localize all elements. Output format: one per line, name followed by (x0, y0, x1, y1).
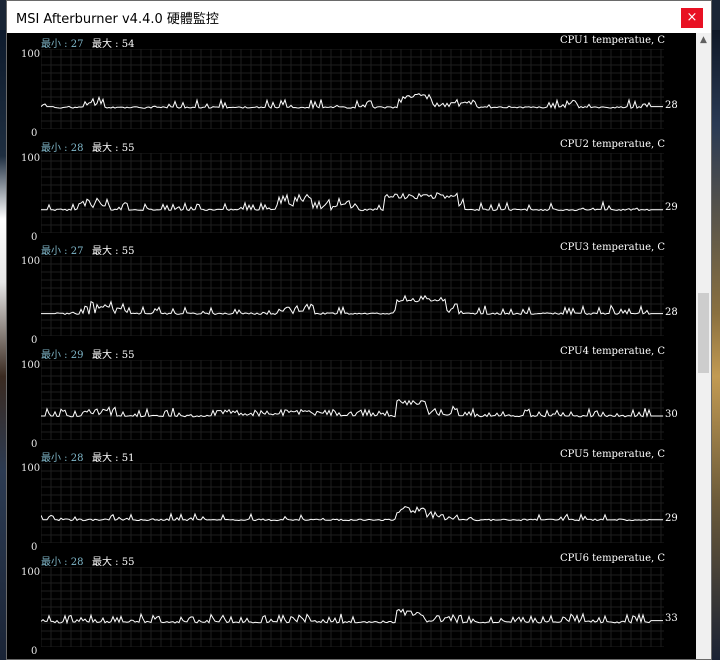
temperature-graph (41, 152, 664, 233)
y-axis-max-label: 100 (21, 463, 41, 474)
graph-panel-cpu1: 最小 : 27 最大 : 54 CPU1 temperatue, C 100 0 28 (7, 35, 696, 139)
max-value-label: 最大 : 54 (92, 39, 135, 50)
max-value-label: 最大 : 51 (92, 453, 135, 464)
graph-panel-cpu5: 最小 : 28 最大 : 51 CPU5 temperatue, C 100 0 29 (7, 449, 696, 553)
y-axis-min-label: 0 (31, 128, 38, 139)
sensor-name-label: CPU6 temperatue, C (559, 552, 665, 564)
max-value-label: 最大 : 55 (92, 556, 135, 568)
graph-grid (41, 359, 664, 440)
sensor-name-label: CPU4 temperatue, C (559, 345, 665, 357)
y-axis-max-label: 100 (21, 566, 41, 578)
current-value-label: 29 (665, 202, 678, 214)
graph-grid (41, 566, 664, 647)
temperature-graph (41, 359, 664, 440)
temperature-graph (41, 463, 664, 543)
graph-grid (41, 463, 664, 543)
monitor-window: MSI Afterburner v4.4.0 硬體監控 × 最小 : 27 最大 … (6, 0, 712, 660)
window-title: MSI Afterburner v4.4.0 硬體監控 (16, 12, 219, 27)
close-icon: × (686, 10, 698, 25)
vertical-scrollbar[interactable]: ▲ (696, 33, 711, 659)
current-value-label: 28 (665, 99, 678, 111)
graph-grid (41, 49, 664, 129)
scroll-up-arrow-icon[interactable]: ▲ (696, 33, 711, 48)
min-value-label: 最小 : 29 (41, 349, 84, 361)
y-axis-max-label: 100 (21, 49, 41, 60)
y-axis-max-label: 100 (21, 152, 41, 164)
y-axis-min-label: 0 (31, 542, 38, 553)
max-value-label: 最大 : 55 (92, 246, 135, 257)
min-value-label: 最小 : 27 (41, 39, 84, 50)
min-value-label: 最小 : 28 (41, 142, 84, 154)
y-axis-max-label: 100 (21, 256, 41, 267)
sensor-name-label: CPU1 temperatue, C (559, 35, 665, 46)
min-value-label: 最小 : 28 (41, 453, 84, 464)
temperature-graph (41, 256, 664, 336)
sensor-name-label: CPU3 temperatue, C (559, 242, 665, 253)
scrollbar-thumb[interactable] (698, 293, 709, 373)
temperature-series-line (41, 607, 663, 624)
graph-grid (41, 152, 664, 233)
close-button[interactable]: × (681, 8, 703, 28)
max-value-label: 最大 : 55 (92, 349, 135, 361)
y-axis-min-label: 0 (31, 335, 38, 346)
current-value-label: 30 (665, 408, 678, 420)
graph-panel-cpu3: 最小 : 27 最大 : 55 CPU3 temperatue, C 100 0 28 (7, 242, 696, 346)
title-bar[interactable]: MSI Afterburner v4.4.0 硬體監控 × (7, 1, 711, 33)
current-value-label: 33 (665, 613, 678, 625)
graph-panel-cpu4: 最小 : 29 最大 : 55 CPU4 temperatue, C 100 0 30 (7, 346, 696, 450)
graph-panel-cpu2: 最小 : 28 最大 : 55 CPU2 temperatue, C 100 0 29 (7, 139, 696, 243)
graph-panel-cpu6: 最小 : 28 最大 : 55 CPU6 temperatue, C 100 0 33 (7, 553, 696, 657)
y-axis-min-label: 0 (31, 231, 38, 243)
min-value-label: 最小 : 27 (41, 246, 84, 257)
temperature-series-line (41, 93, 663, 110)
y-axis-min-label: 0 (31, 645, 38, 657)
y-axis-max-label: 100 (21, 359, 41, 371)
sensor-name-label: CPU5 temperatue, C (559, 449, 665, 460)
graph-grid (41, 256, 664, 336)
temperature-graph (41, 566, 664, 647)
temperature-series-line (41, 191, 663, 212)
temperature-graph (41, 49, 664, 129)
y-axis-min-label: 0 (31, 438, 38, 450)
min-value-label: 最小 : 28 (41, 556, 84, 568)
current-value-label: 28 (665, 306, 678, 318)
sensor-name-label: CPU2 temperatue, C (559, 138, 665, 150)
current-value-label: 29 (665, 512, 678, 524)
monitoring-graphs-area: 最小 : 27 最大 : 54 CPU1 temperatue, C 100 0 28 最小… (7, 33, 711, 659)
max-value-label: 最大 : 55 (92, 142, 135, 154)
